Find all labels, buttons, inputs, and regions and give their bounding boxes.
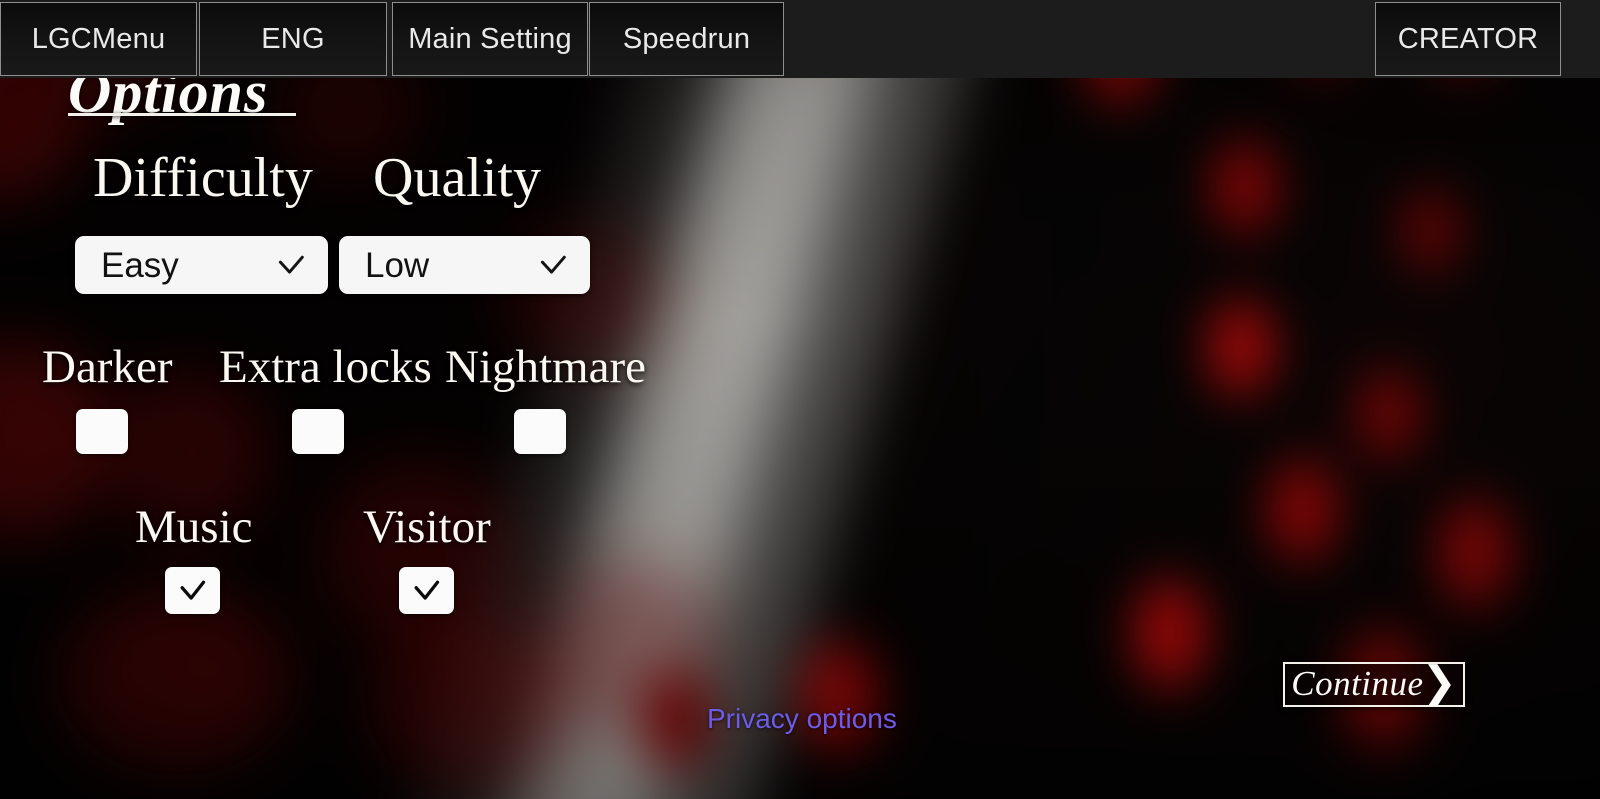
nightmare-checkbox[interactable] [514, 409, 566, 454]
options-panel: Options Difficulty Quality Easy Low Dark… [0, 0, 1600, 799]
visitor-checkbox[interactable] [399, 567, 454, 614]
check-icon [176, 574, 209, 607]
nightmare-label: Nightmare [445, 341, 646, 393]
toolbar-button-speedrun[interactable]: Speedrun [589, 2, 784, 76]
difficulty-label: Difficulty [93, 147, 313, 209]
continue-button-label: Continue [1291, 664, 1424, 703]
music-label: Music [135, 501, 253, 553]
check-icon [274, 248, 308, 282]
darker-checkbox[interactable] [76, 409, 128, 454]
difficulty-select[interactable]: Easy [75, 236, 328, 294]
toolbar-button-main-setting[interactable]: Main Setting [392, 2, 588, 76]
chevron-right-icon: ❯ [1421, 659, 1457, 706]
toolbar-button-lgcmenu[interactable]: LGCMenu [0, 2, 197, 76]
check-icon [410, 574, 443, 607]
toolbar-button-creator[interactable]: CREATOR [1375, 2, 1561, 76]
difficulty-select-value: Easy [101, 245, 179, 285]
extra-locks-checkbox[interactable] [292, 409, 344, 454]
check-icon [536, 248, 570, 282]
game-options-screen: LGCMenu ENG Main Setting Speedrun CREATO… [0, 0, 1600, 799]
quality-select-value: Low [365, 245, 430, 285]
darker-label: Darker [42, 341, 173, 393]
continue-button[interactable]: Continue ❯ [1283, 662, 1465, 707]
toolbar-button-eng[interactable]: ENG [199, 2, 387, 76]
privacy-options-link[interactable]: Privacy options [707, 703, 897, 735]
music-checkbox[interactable] [165, 567, 220, 614]
page-title-underline [68, 113, 296, 116]
quality-label: Quality [373, 147, 541, 209]
visitor-label: Visitor [363, 501, 491, 553]
extra-locks-label: Extra locks [219, 341, 432, 393]
top-toolbar: LGCMenu ENG Main Setting Speedrun CREATO… [0, 0, 1600, 78]
quality-select[interactable]: Low [339, 236, 590, 294]
